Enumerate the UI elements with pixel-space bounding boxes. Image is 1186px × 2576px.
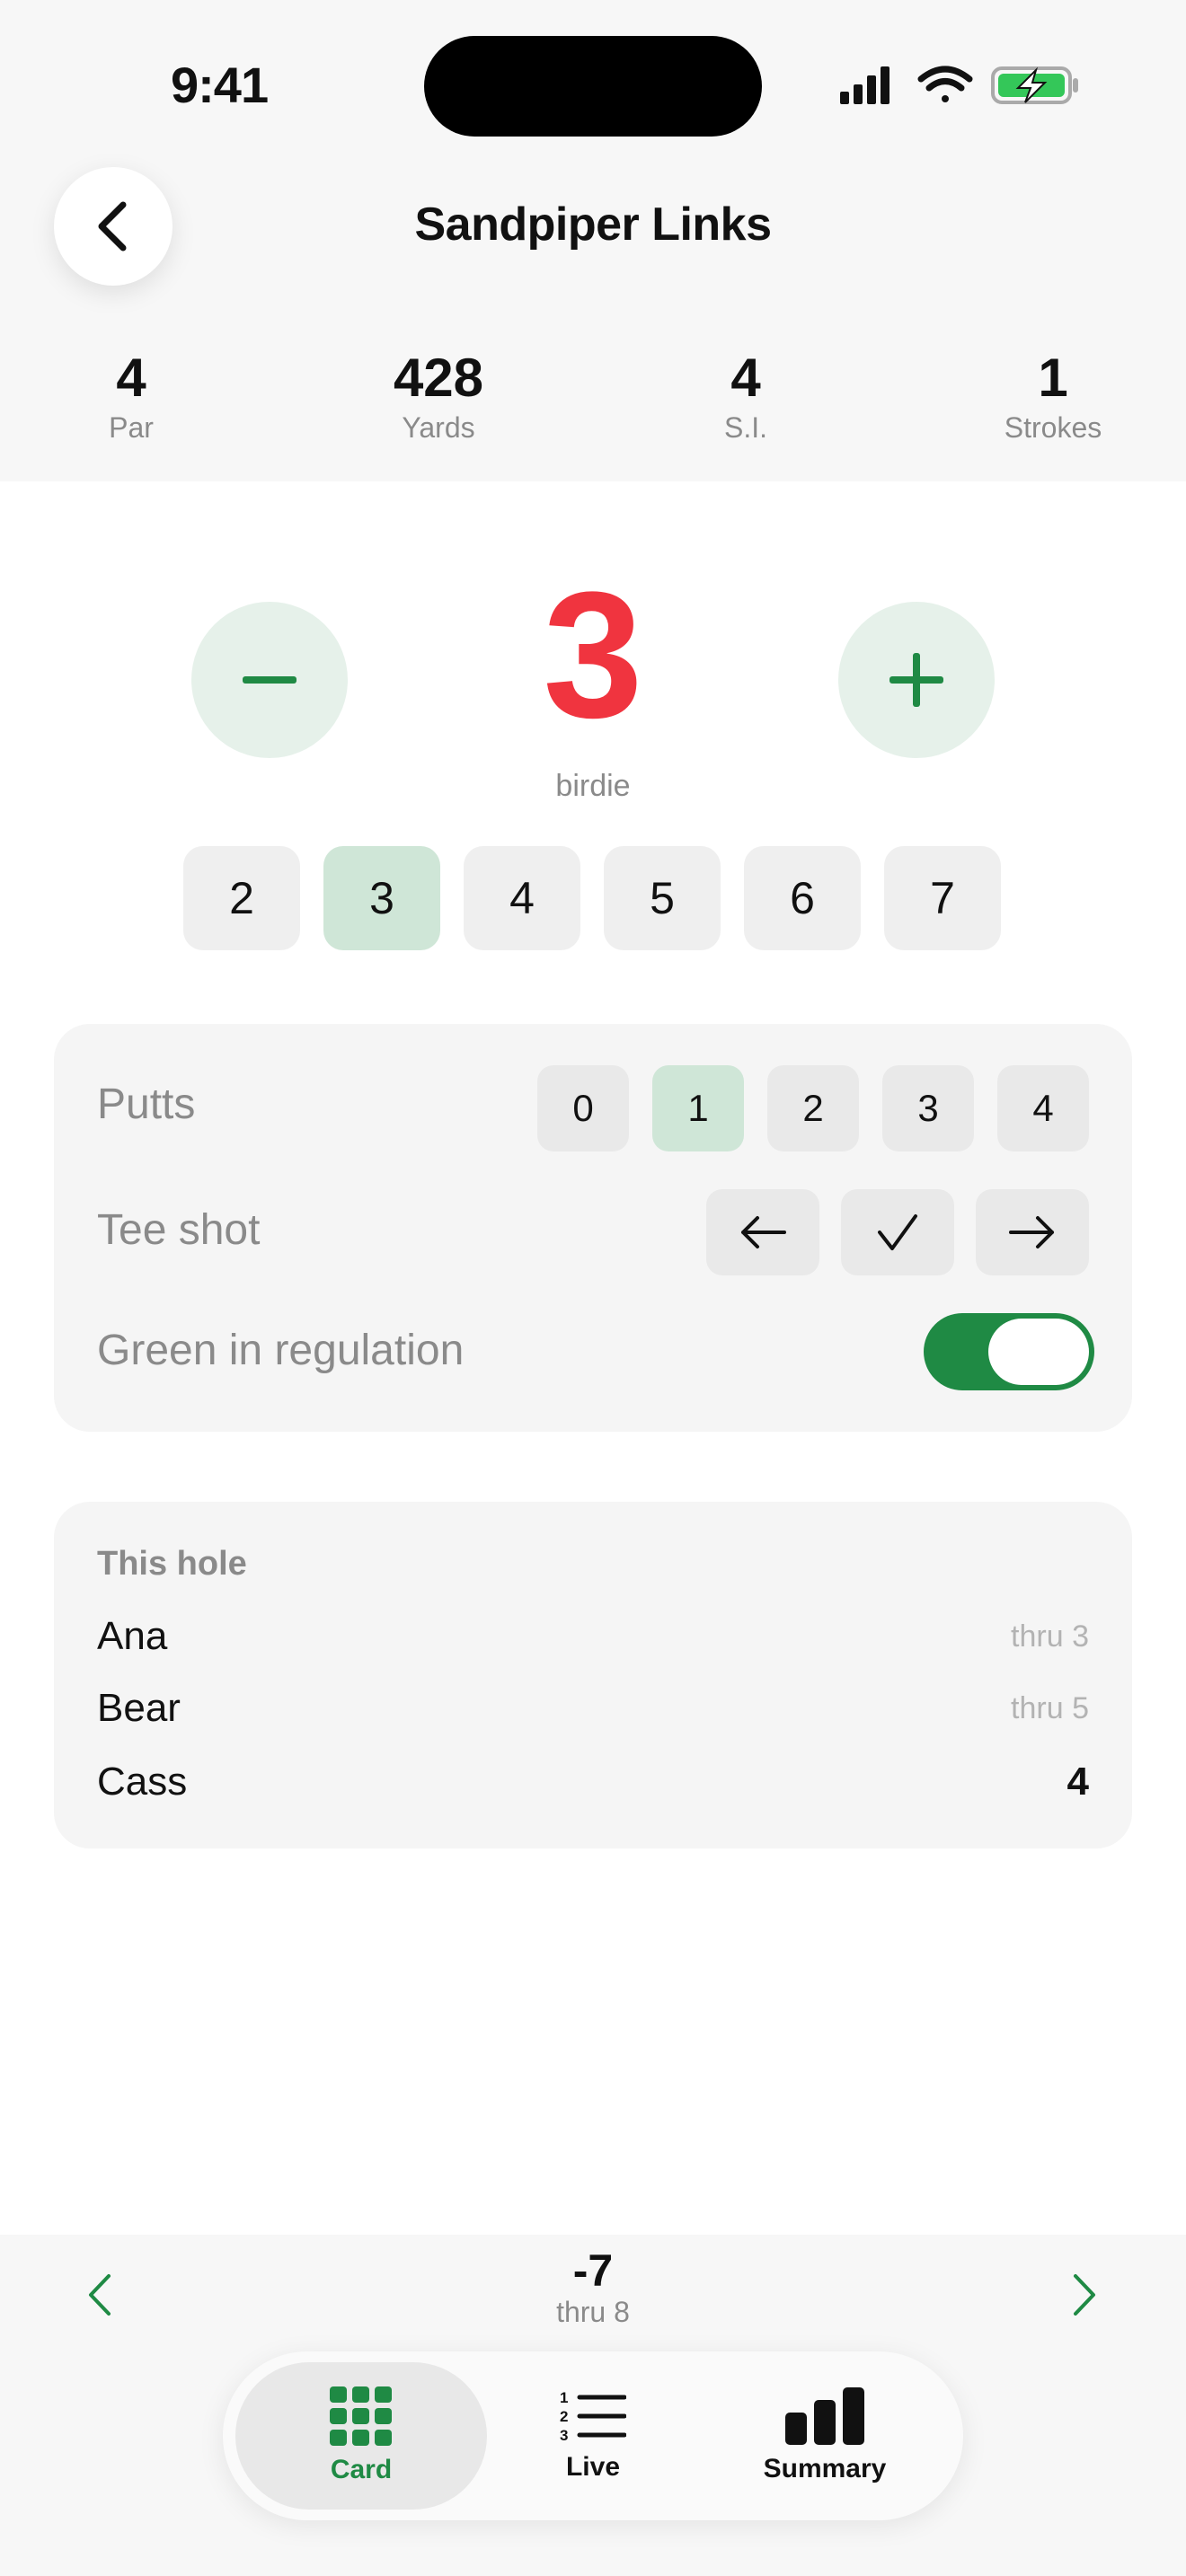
stat-value: 428 [393, 348, 484, 408]
putts-option[interactable]: 3 [882, 1065, 974, 1151]
stat-strokes: 1 Strokes [945, 348, 1161, 445]
stat-label: Par [109, 411, 154, 444]
wifi-icon [917, 66, 973, 102]
quick-score-chip[interactable]: 4 [464, 846, 580, 950]
stat-value: 1 [1038, 348, 1068, 408]
next-hole-button[interactable] [1049, 2263, 1121, 2326]
numbered-list-icon: 1 2 3 [560, 2389, 626, 2443]
tee-shot-label: Tee shot [97, 1206, 261, 1254]
arrow-left-icon [741, 1216, 786, 1248]
tab-card[interactable]: Card [235, 2362, 487, 2510]
svg-text:1: 1 [560, 2389, 568, 2406]
this-hole-heading: This hole [97, 1545, 247, 1583]
this-hole-card: This hole Ana thru 3 Bear thru 5 Cass 4 [54, 1502, 1132, 1848]
tee-shot-fairway-button[interactable] [841, 1189, 954, 1275]
tee-shot-right-button[interactable] [976, 1189, 1089, 1275]
player-name: Ana [97, 1614, 168, 1658]
tab-label: Card [330, 2455, 393, 2484]
tab-summary[interactable]: Summary [699, 2362, 951, 2510]
stat-yards: 428 Yards [331, 348, 546, 445]
putts-option[interactable]: 4 [997, 1065, 1089, 1151]
status-time: 9:41 [171, 57, 269, 113]
stat-stroke-index: 4 S.I. [638, 348, 854, 445]
player-score: 4 [1067, 1760, 1089, 1804]
stat-label: Strokes [1004, 411, 1102, 444]
putts-option[interactable]: 0 [537, 1065, 629, 1151]
player-row: Bear thru 5 [97, 1681, 1089, 1735]
arrow-right-icon [1009, 1216, 1054, 1248]
stat-value: 4 [730, 348, 761, 408]
decrement-score-button[interactable] [191, 602, 348, 758]
gir-toggle[interactable] [924, 1313, 1094, 1390]
toggle-knob [988, 1319, 1089, 1385]
previous-hole-button[interactable] [63, 2263, 135, 2326]
status-icons [840, 63, 1083, 108]
quick-score-chip[interactable]: 2 [183, 846, 300, 950]
score-value: 3 [543, 555, 643, 755]
increment-score-button[interactable] [838, 602, 995, 758]
page-title: Sandpiper Links [414, 198, 772, 251]
checkmark-icon [878, 1214, 917, 1250]
stat-par: 4 Par [23, 348, 239, 445]
quick-score-row: 2 3 4 5 6 7 [183, 846, 1001, 950]
signal-icon [840, 66, 890, 104]
quick-score-chip[interactable]: 7 [884, 846, 1001, 950]
quick-score-chip-selected[interactable]: 3 [323, 846, 440, 950]
tee-shot-left-button[interactable] [706, 1189, 819, 1275]
shot-details-card: Putts 0 1 2 3 4 Tee shot Green in regula… [54, 1024, 1132, 1432]
chevron-left-icon [89, 2274, 111, 2316]
player-row: Cass 4 [97, 1755, 1089, 1809]
score-name: birdie [555, 769, 631, 803]
putts-label: Putts [97, 1081, 196, 1128]
tab-live[interactable]: 1 2 3 Live [467, 2362, 719, 2510]
stat-label: S.I. [723, 411, 767, 444]
stat-value: 4 [116, 348, 146, 408]
total-thru: thru 8 [556, 2296, 630, 2328]
putts-selector: 0 1 2 3 4 [537, 1065, 1089, 1151]
svg-text:3: 3 [560, 2427, 568, 2443]
dynamic-island [424, 36, 762, 137]
stat-label: Yards [402, 411, 475, 444]
putts-option-selected[interactable]: 1 [652, 1065, 744, 1151]
total-to-par: -7 [572, 2245, 614, 2296]
player-name: Bear [97, 1686, 181, 1730]
grid-icon [330, 2386, 392, 2446]
gir-label: Green in regulation [97, 1327, 465, 1374]
battery-charging-icon [991, 66, 1078, 104]
putts-option[interactable]: 2 [767, 1065, 859, 1151]
quick-score-chip[interactable]: 5 [604, 846, 721, 950]
plus-icon [890, 653, 943, 707]
quick-score-chip[interactable]: 6 [744, 846, 861, 950]
round-total: -7 thru 8 [413, 2245, 773, 2329]
player-row: Ana thru 3 [97, 1610, 1089, 1663]
tab-bar: Card 1 2 3 Live Summary [223, 2351, 963, 2520]
player-name: Cass [97, 1760, 188, 1804]
tab-label: Summary [763, 2454, 887, 2483]
player-progress: thru 3 [1011, 1619, 1089, 1654]
bar-chart-icon [785, 2387, 864, 2445]
tab-label: Live [565, 2452, 621, 2482]
chevron-right-icon [1074, 2274, 1095, 2316]
tee-shot-selector [706, 1189, 1089, 1275]
svg-text:2: 2 [560, 2408, 568, 2425]
player-progress: thru 5 [1011, 1690, 1089, 1725]
minus-icon [243, 676, 296, 684]
